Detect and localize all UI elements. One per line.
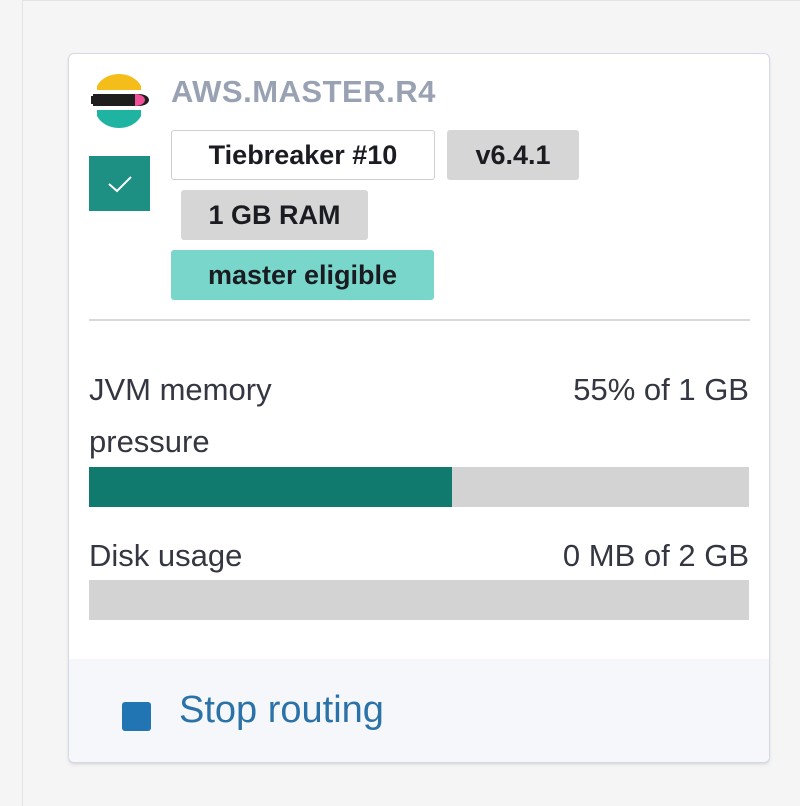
jvm-label-line1: JVM memory xyxy=(89,372,272,407)
disk-usage-bar xyxy=(89,580,749,620)
tiebreaker-badge: Tiebreaker #10 xyxy=(171,130,435,180)
check-icon xyxy=(107,175,132,192)
stop-icon[interactable] xyxy=(122,702,151,731)
jvm-label-line2: pressure xyxy=(89,424,210,459)
node-select-checkbox[interactable] xyxy=(89,156,150,211)
card-footer: Stop routing xyxy=(69,659,769,762)
divider xyxy=(89,319,750,321)
stop-routing-link[interactable]: Stop routing xyxy=(179,689,384,732)
ram-badge: 1 GB RAM xyxy=(181,190,368,240)
jvm-memory-bar-fill xyxy=(89,467,452,507)
disk-usage-value: 0 MB of 2 GB xyxy=(562,538,749,573)
node-name: AWS.MASTER.R4 xyxy=(171,74,436,109)
master-eligible-badge: master eligible xyxy=(171,250,434,300)
node-card: AWS.MASTER.R4 Tiebreaker #10 v6.4.1 1 GB… xyxy=(68,53,770,763)
elastic-logo-icon xyxy=(91,73,149,129)
jvm-memory-bar xyxy=(89,467,749,507)
disk-usage-label: Disk usage xyxy=(89,538,243,573)
jvm-memory-value: 55% of 1 GB xyxy=(573,372,749,407)
version-badge: v6.4.1 xyxy=(447,130,579,180)
jvm-memory-label: JVM memory pressure xyxy=(89,364,272,468)
